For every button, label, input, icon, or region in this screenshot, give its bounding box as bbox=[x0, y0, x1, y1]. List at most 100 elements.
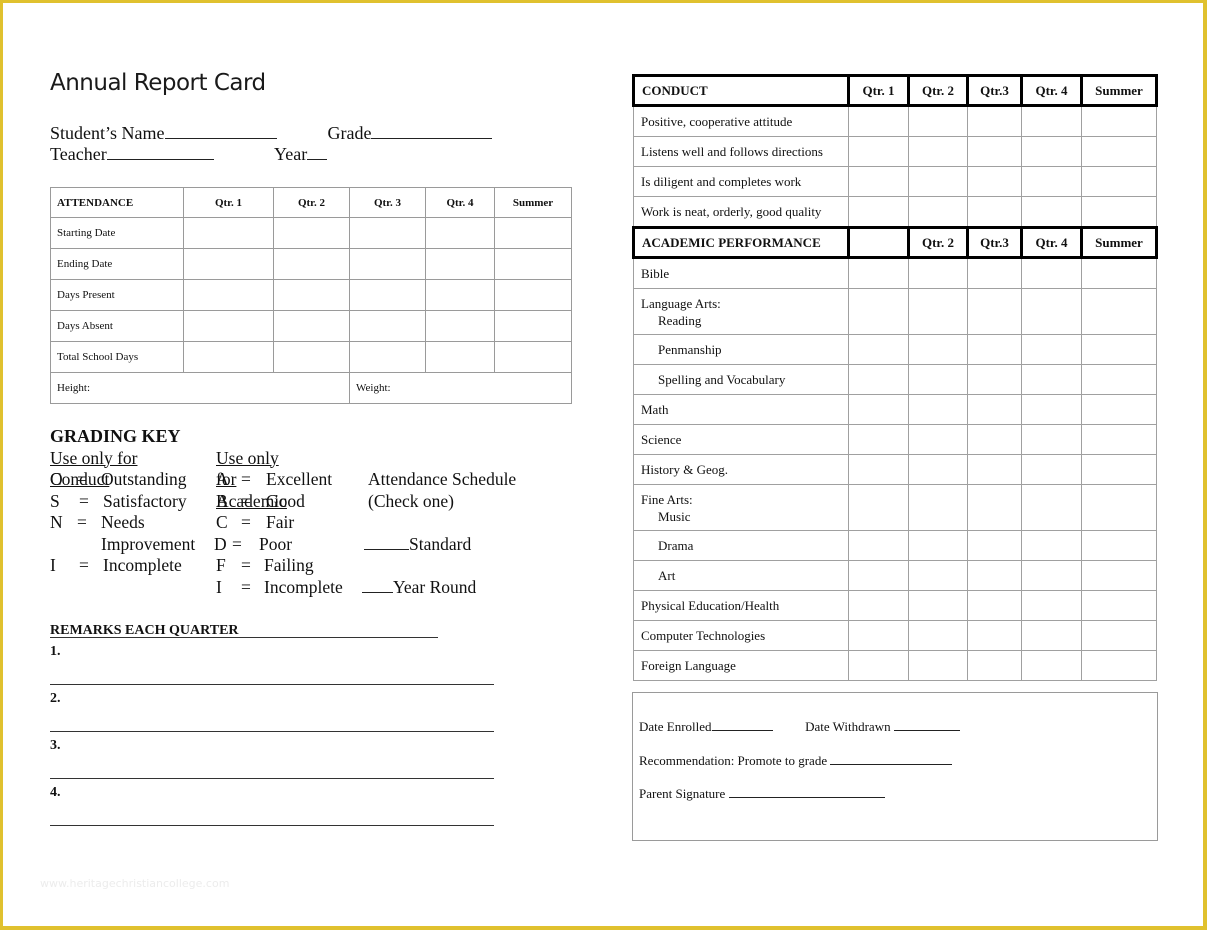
cell[interactable] bbox=[1021, 257, 1082, 289]
cell[interactable] bbox=[1021, 530, 1082, 561]
cell[interactable] bbox=[494, 217, 572, 249]
cell[interactable] bbox=[1081, 257, 1157, 289]
cell[interactable] bbox=[848, 257, 909, 289]
cell[interactable] bbox=[967, 196, 1022, 228]
cell[interactable] bbox=[967, 334, 1022, 365]
cell[interactable] bbox=[183, 217, 274, 249]
cell[interactable] bbox=[848, 590, 909, 621]
cell[interactable] bbox=[967, 590, 1022, 621]
cell[interactable] bbox=[908, 196, 968, 228]
cell[interactable] bbox=[908, 484, 968, 531]
cell[interactable] bbox=[1021, 560, 1082, 591]
cell[interactable] bbox=[908, 105, 968, 137]
cell[interactable] bbox=[183, 248, 274, 280]
cell[interactable] bbox=[908, 560, 968, 591]
cell[interactable] bbox=[349, 310, 426, 342]
cell[interactable] bbox=[349, 248, 426, 280]
cell[interactable] bbox=[1081, 454, 1157, 485]
cell[interactable] bbox=[1021, 166, 1082, 197]
cell[interactable] bbox=[1081, 105, 1157, 137]
cell[interactable] bbox=[273, 279, 350, 311]
cell[interactable] bbox=[908, 530, 968, 561]
parent-signature-field[interactable] bbox=[728, 785, 885, 798]
cell[interactable] bbox=[908, 394, 968, 425]
cell[interactable] bbox=[967, 620, 1022, 651]
cell[interactable] bbox=[967, 257, 1022, 289]
cell[interactable] bbox=[1021, 364, 1082, 395]
grade-field[interactable] bbox=[371, 124, 493, 139]
cell[interactable] bbox=[1081, 620, 1157, 651]
cell[interactable] bbox=[1081, 484, 1157, 531]
cell[interactable] bbox=[425, 279, 495, 311]
cell[interactable] bbox=[967, 484, 1022, 531]
cell[interactable] bbox=[908, 620, 968, 651]
cell[interactable] bbox=[1081, 136, 1157, 167]
cell[interactable] bbox=[967, 105, 1022, 137]
cell[interactable] bbox=[1021, 620, 1082, 651]
cell[interactable] bbox=[1021, 288, 1082, 335]
cell[interactable] bbox=[1021, 196, 1082, 228]
cell[interactable] bbox=[1081, 166, 1157, 197]
cell[interactable] bbox=[967, 560, 1022, 591]
cell[interactable] bbox=[1081, 650, 1157, 681]
date-withdrawn-field[interactable] bbox=[893, 718, 960, 731]
weight-field[interactable]: Weight: bbox=[349, 372, 572, 404]
cell[interactable] bbox=[1081, 424, 1157, 455]
teacher-field[interactable] bbox=[106, 145, 214, 160]
cell[interactable] bbox=[848, 166, 909, 197]
cell[interactable] bbox=[1081, 334, 1157, 365]
cell[interactable] bbox=[1081, 530, 1157, 561]
cell[interactable] bbox=[848, 530, 909, 561]
cell[interactable] bbox=[494, 248, 572, 280]
cell[interactable] bbox=[494, 341, 572, 373]
cell[interactable] bbox=[494, 310, 572, 342]
cell[interactable] bbox=[908, 424, 968, 455]
cell[interactable] bbox=[1081, 394, 1157, 425]
cell[interactable] bbox=[967, 424, 1022, 455]
cell[interactable] bbox=[349, 217, 426, 249]
cell[interactable] bbox=[273, 217, 350, 249]
cell[interactable] bbox=[425, 341, 495, 373]
cell[interactable] bbox=[848, 620, 909, 651]
cell[interactable] bbox=[908, 136, 968, 167]
cell[interactable] bbox=[1081, 560, 1157, 591]
cell[interactable] bbox=[1021, 105, 1082, 137]
cell[interactable] bbox=[1021, 454, 1082, 485]
date-enrolled-field[interactable] bbox=[711, 718, 773, 731]
schedule-year-round-option[interactable]: Year Round bbox=[362, 577, 476, 599]
cell[interactable] bbox=[273, 310, 350, 342]
cell[interactable] bbox=[967, 530, 1022, 561]
cell[interactable] bbox=[967, 288, 1022, 335]
cell[interactable] bbox=[848, 484, 909, 531]
cell[interactable] bbox=[349, 279, 426, 311]
cell[interactable] bbox=[848, 136, 909, 167]
cell[interactable] bbox=[1081, 288, 1157, 335]
cell[interactable] bbox=[967, 394, 1022, 425]
cell[interactable] bbox=[967, 364, 1022, 395]
cell[interactable] bbox=[908, 334, 968, 365]
cell[interactable] bbox=[967, 454, 1022, 485]
cell[interactable] bbox=[273, 248, 350, 280]
cell[interactable] bbox=[848, 105, 909, 137]
cell[interactable] bbox=[425, 217, 495, 249]
remark-line-4[interactable] bbox=[50, 799, 494, 826]
cell[interactable] bbox=[1021, 334, 1082, 365]
cell[interactable] bbox=[848, 196, 909, 228]
cell[interactable] bbox=[848, 424, 909, 455]
cell[interactable] bbox=[908, 454, 968, 485]
schedule-standard-option[interactable]: Standard bbox=[364, 534, 471, 556]
cell[interactable] bbox=[183, 310, 274, 342]
cell[interactable] bbox=[1021, 590, 1082, 621]
cell[interactable] bbox=[967, 136, 1022, 167]
remark-line-2[interactable] bbox=[50, 705, 494, 732]
cell[interactable] bbox=[908, 257, 968, 289]
remark-line-3[interactable] bbox=[50, 752, 494, 779]
cell[interactable] bbox=[425, 248, 495, 280]
cell[interactable] bbox=[848, 364, 909, 395]
cell[interactable] bbox=[494, 279, 572, 311]
cell[interactable] bbox=[967, 650, 1022, 681]
cell[interactable] bbox=[908, 288, 968, 335]
cell[interactable] bbox=[908, 590, 968, 621]
cell[interactable] bbox=[1021, 136, 1082, 167]
cell[interactable] bbox=[1081, 196, 1157, 228]
